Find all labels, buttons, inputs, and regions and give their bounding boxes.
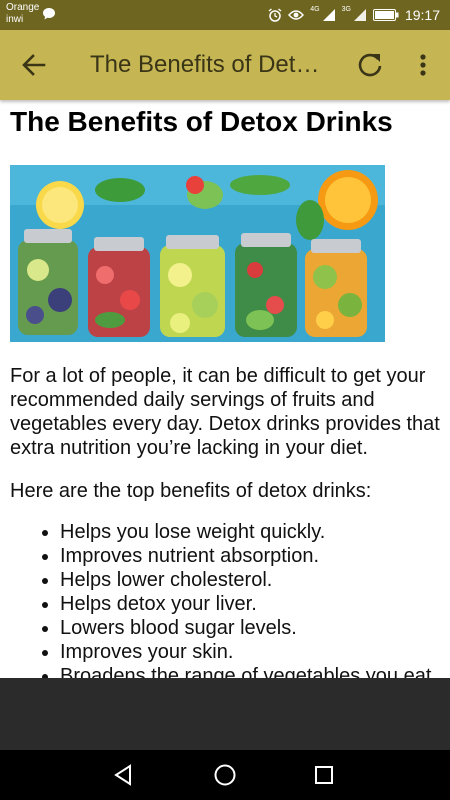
status-bar: Orange inwi 4G 3G 19:17 <box>0 0 450 30</box>
list-item: Helps detox your liver. <box>60 592 437 616</box>
message-icon <box>43 8 55 20</box>
toolbar-title: The Benefits of Detox Drinks <box>90 51 330 78</box>
list-item: Broadens the range of vegetables you eat… <box>60 664 437 678</box>
signal-icon-1 <box>322 9 335 21</box>
signal-icon-2 <box>353 9 366 21</box>
list-item: Helps lower cholesterol. <box>60 568 437 592</box>
battery-icon <box>372 9 399 21</box>
clock: 19:17 <box>404 7 440 23</box>
list-item: Lowers blood sugar levels. <box>60 616 437 640</box>
article-content[interactable]: The Benefits of Detox Drinks For a lot o… <box>0 100 450 678</box>
network-type-2: 3G <box>341 6 351 13</box>
eye-comfort-icon <box>288 10 305 20</box>
article-title: The Benefits of Detox Drinks <box>10 106 393 137</box>
list-item: Improves your skin. <box>60 640 437 664</box>
system-navigation-bar <box>0 750 450 800</box>
intro-paragraph: For a lot of people, it can be difficult… <box>10 365 440 459</box>
list-item: Helps you lose weight quickly. <box>60 520 437 544</box>
alarm-icon <box>268 8 282 22</box>
list-item: Improves nutrient absorption. <box>60 544 437 568</box>
nav-back-icon[interactable] <box>112 764 134 786</box>
back-arrow-icon[interactable] <box>20 51 48 79</box>
more-options-icon[interactable] <box>411 51 435 79</box>
status-icons: 4G 3G 19:17 <box>268 6 440 24</box>
app-toolbar: The Benefits of Detox Drinks <box>0 30 450 100</box>
benefits-lead: Here are the top benefits of detox drink… <box>10 480 372 502</box>
bottom-banner-area <box>0 678 450 750</box>
benefits-list: Helps you lose weight quickly. Improves … <box>0 520 437 678</box>
detox-drinks-image <box>10 165 385 342</box>
nav-recent-apps-icon[interactable] <box>314 765 334 785</box>
carrier-line-1: Orange <box>6 2 40 13</box>
nav-home-icon[interactable] <box>213 763 237 787</box>
carrier-line-2: inwi <box>6 14 24 25</box>
refresh-icon[interactable] <box>356 51 384 79</box>
network-type-1: 4G <box>310 6 320 13</box>
carrier-name: Orange inwi <box>6 2 39 26</box>
